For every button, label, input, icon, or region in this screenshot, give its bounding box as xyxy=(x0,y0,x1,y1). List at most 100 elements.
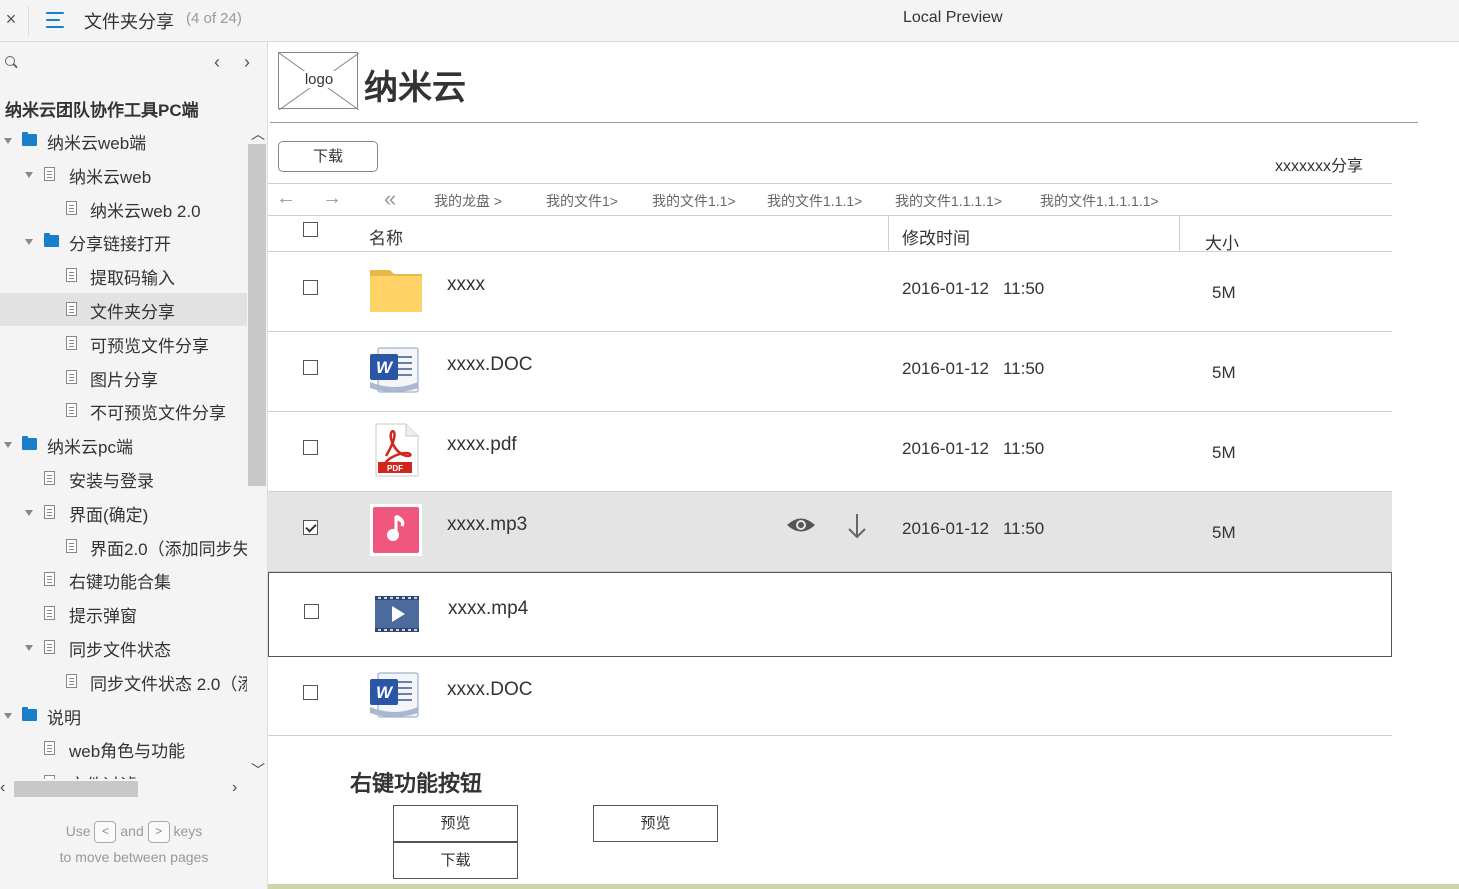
scroll-thumb[interactable] xyxy=(248,144,266,486)
file-name[interactable]: xxxx xyxy=(447,274,485,296)
row-checkbox[interactable] xyxy=(303,360,318,375)
column-modified[interactable]: 修改时间 xyxy=(902,224,970,249)
table-row[interactable]: Wxxxx.DOC 2016-01-12 11:50 5M xyxy=(268,332,1392,412)
page-icon xyxy=(66,302,77,316)
tree-item[interactable]: 文件夹分享 xyxy=(0,293,247,326)
column-name[interactable]: 名称 xyxy=(369,224,403,249)
search-icon[interactable] xyxy=(5,56,19,70)
preview-button[interactable]: 预览 xyxy=(593,805,718,842)
expand-caret-icon[interactable] xyxy=(4,712,12,719)
expand-caret-icon[interactable] xyxy=(25,645,33,651)
tree-item-label: 纳米云web xyxy=(69,167,152,187)
tree-item[interactable]: 纳米云web xyxy=(0,158,247,191)
page-icon xyxy=(44,504,55,519)
expand-caret-icon[interactable] xyxy=(4,138,12,144)
tree-item[interactable]: 右键功能合集 xyxy=(0,563,247,596)
file-name[interactable]: xxxx.DOC xyxy=(447,679,533,701)
column-divider xyxy=(1179,216,1180,252)
folder-icon xyxy=(22,706,37,721)
table-row[interactable]: Wxxxx.DOC xyxy=(268,657,1392,736)
menu-icon[interactable] xyxy=(44,10,68,30)
file-name[interactable]: xxxx.pdf xyxy=(447,434,517,456)
horizontal-scroll-thumb[interactable] xyxy=(14,781,138,797)
tree-item[interactable]: 分享链接打开 xyxy=(0,225,247,258)
file-size: 5M xyxy=(1212,443,1236,462)
file-size: 5M xyxy=(1212,363,1236,382)
download-menu-button[interactable]: 下载 xyxy=(393,842,518,879)
file-name[interactable]: xxxx.mp3 xyxy=(447,514,527,536)
download-button[interactable]: 下载 xyxy=(278,141,378,172)
tree-item[interactable]: 纳米云web端 xyxy=(0,124,247,157)
tree-item-label: 同步文件状态 2.0（添 xyxy=(90,674,247,694)
row-checkbox[interactable] xyxy=(303,280,318,295)
project-title: 纳米云团队协作工具PC端 xyxy=(5,101,199,120)
expand-caret-icon[interactable] xyxy=(25,509,33,516)
modified-date: 2016-01-12 xyxy=(902,439,989,458)
tree-item[interactable]: 界面2.0（添加同步失 xyxy=(0,530,247,563)
tree-item-label: 纳米云web端 xyxy=(47,134,147,153)
tree-item[interactable]: 说明 xyxy=(0,699,247,732)
breadcrumb-item[interactable]: 我的文件1.1.1.1.1> xyxy=(1040,191,1159,211)
file-name[interactable]: xxxx.DOC xyxy=(447,354,533,376)
tree-item[interactable]: 纳米云pc端 xyxy=(0,428,247,461)
tree-item-label: 界面(确定) xyxy=(69,505,149,525)
breadcrumb-item[interactable]: 我的文件1.1.1> xyxy=(767,191,862,211)
next-page-button[interactable]: › xyxy=(244,52,250,73)
scroll-right-icon[interactable]: › xyxy=(232,779,237,797)
forward-arrow-icon[interactable]: → xyxy=(322,187,342,210)
breadcrumb-item[interactable]: 我的文件1> xyxy=(546,191,618,211)
tree-item[interactable]: 纳米云web 2.0 xyxy=(0,192,247,225)
table-row[interactable]: xxxx.mp3 2016-01-12 11:50 5M xyxy=(268,492,1392,572)
table-row[interactable]: xxxx 2016-01-12 11:50 5M xyxy=(268,252,1392,332)
row-checkbox[interactable] xyxy=(303,520,318,535)
modified-time: 2016-01-12 11:50 xyxy=(902,359,1044,379)
sidebar-scrollbar[interactable]: ︿ ﹀ xyxy=(247,124,267,779)
preview-eye-icon[interactable] xyxy=(786,516,816,534)
select-all-checkbox[interactable] xyxy=(303,222,318,237)
scroll-down-icon[interactable]: ﹀ xyxy=(251,760,265,780)
scroll-up-icon[interactable]: ︿ xyxy=(251,124,265,144)
tree-item[interactable]: 同步文件状态 2.0（添 xyxy=(0,665,247,698)
breadcrumb-item[interactable]: 我的文件1.1> xyxy=(652,191,736,211)
tree-item[interactable]: 图片分享 xyxy=(0,361,247,394)
double-back-icon[interactable]: « xyxy=(384,186,396,212)
tree-item[interactable]: 文件过滤 xyxy=(0,766,247,779)
scroll-left-icon[interactable]: ‹ xyxy=(0,779,5,797)
page-icon xyxy=(66,369,77,384)
help-keys: keys xyxy=(173,823,203,839)
breadcrumb-item[interactable]: 我的龙盘 > xyxy=(434,191,502,211)
breadcrumb-item[interactable]: 我的文件1.1.1.1> xyxy=(895,191,1002,211)
top-bar: × 文件夹分享 (4 of 24) Local Preview xyxy=(0,0,1459,42)
expand-caret-icon[interactable] xyxy=(25,171,33,178)
tree-item[interactable]: 提取码输入 xyxy=(0,259,247,292)
download-arrow-icon[interactable] xyxy=(846,512,868,540)
tree-item[interactable]: 提示弹窗 xyxy=(0,597,247,630)
page-icon xyxy=(66,335,77,350)
tree-item[interactable]: 不可预览文件分享 xyxy=(0,394,247,427)
column-size[interactable]: 大小 xyxy=(1205,229,1239,254)
row-checkbox[interactable] xyxy=(304,604,319,619)
tree-item[interactable]: 同步文件状态 xyxy=(0,631,247,664)
tree-item-label: 界面2.0（添加同步失 xyxy=(90,539,247,559)
preview-button[interactable]: 预览 xyxy=(393,805,518,842)
table-row[interactable]: xxxx.mp4 xyxy=(268,572,1392,657)
page-icon xyxy=(44,606,55,621)
row-checkbox[interactable] xyxy=(303,685,318,700)
table-row[interactable]: PDF xxxx.pdf 2016-01-12 11:50 5M xyxy=(268,412,1392,492)
tree-item[interactable]: web角色与功能 xyxy=(0,732,247,765)
sidebar-horizontal-scrollbar[interactable]: ‹ › xyxy=(0,779,247,799)
page-icon xyxy=(44,741,55,756)
row-checkbox[interactable] xyxy=(303,440,318,455)
tree-item[interactable]: 可预览文件分享 xyxy=(0,327,247,360)
file-name[interactable]: xxxx.mp4 xyxy=(448,598,528,620)
expand-caret-icon[interactable] xyxy=(25,239,33,246)
prev-page-button[interactable]: ‹ xyxy=(214,52,220,73)
expand-caret-icon[interactable] xyxy=(4,442,12,449)
back-arrow-icon[interactable]: ← xyxy=(276,187,296,210)
tree-item[interactable]: 安装与登录 xyxy=(0,462,247,495)
tree-item[interactable]: 界面(确定) xyxy=(0,496,247,529)
breadcrumb: ← → « 我的龙盘 > 我的文件1> 我的文件1.1> 我的文件1.1.1> … xyxy=(268,183,1392,216)
close-button[interactable]: × xyxy=(0,0,22,40)
bottom-strip xyxy=(268,884,1459,889)
word-doc-icon: W xyxy=(368,342,424,398)
